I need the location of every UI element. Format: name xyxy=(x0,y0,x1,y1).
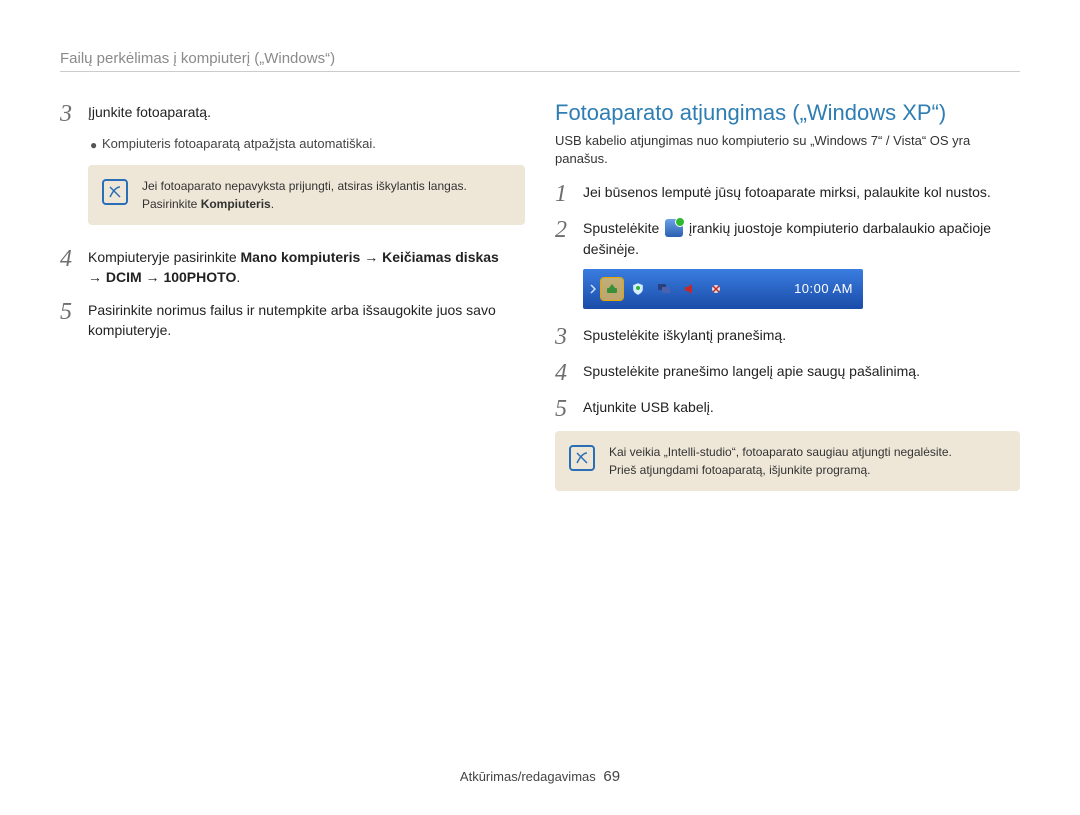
bullet-dot-icon: ● xyxy=(90,136,102,155)
step-number: 2 xyxy=(555,216,583,242)
note-line-2: Prieš atjungdami fotoaparatą, išjunkite … xyxy=(609,463,870,477)
right-step-2: 2 Spustelėkite įrankių juostoje kompiute… xyxy=(555,216,1020,259)
left-step-3: 3 Įjunkite fotoaparatą. xyxy=(60,100,525,126)
document-page: Failų perkėlimas į kompiuterį („Windows“… xyxy=(0,0,1080,815)
arrow-icon: → xyxy=(142,269,164,285)
taskbar-expand-arrow-icon xyxy=(589,281,597,297)
right-column: Fotoaparato atjungimas („Windows XP“) US… xyxy=(555,100,1020,738)
right-step-4: 4 Spustelėkite pranešimo langelį apie sa… xyxy=(555,359,1020,385)
safely-remove-hardware-icon xyxy=(665,219,683,237)
taskbar-network-icon xyxy=(705,278,727,300)
step4-bold1: Mano kompiuteris xyxy=(241,249,361,265)
step-text: Kompiuteryje pasirinkite Mano kompiuteri… xyxy=(88,245,525,288)
left-bullet: ● Kompiuteris fotoaparatą atpažįsta auto… xyxy=(90,136,525,155)
note-line-2-suffix: . xyxy=(271,197,274,211)
step-number: 4 xyxy=(555,359,583,385)
note-line-2-prefix: Pasirinkite xyxy=(142,197,201,211)
step-number: 3 xyxy=(60,100,88,126)
step-text: Pasirinkite norimus failus ir nutempkite… xyxy=(88,298,525,341)
section-intro: USB kabelio atjungimas nuo kompiuterio s… xyxy=(555,132,1020,168)
content-columns: 3 Įjunkite fotoaparatą. ● Kompiuteris fo… xyxy=(60,100,1020,738)
step-number: 5 xyxy=(555,395,583,421)
step-text: Spustelėkite iškylantį pranešimą. xyxy=(583,323,786,345)
section-title: Fotoaparato atjungimas („Windows XP“) xyxy=(555,100,1020,126)
step-text: Įjunkite fotoaparatą. xyxy=(88,100,211,122)
right-step-3: 3 Spustelėkite iškylantį pranešimą. xyxy=(555,323,1020,349)
arrow-icon: → xyxy=(88,269,106,285)
left-column: 3 Įjunkite fotoaparatą. ● Kompiuteris fo… xyxy=(60,100,525,738)
step4-bold2: Keičiamas diskas xyxy=(382,249,499,265)
taskbar-safely-remove-icon xyxy=(601,278,623,300)
note-line-1: Jei fotoaparato nepavyksta prijungti, at… xyxy=(142,179,467,193)
step-text: Atjunkite USB kabelį. xyxy=(583,395,714,417)
header-rule xyxy=(60,71,1020,72)
note-text: Jei fotoaparato nepavyksta prijungti, at… xyxy=(142,177,467,213)
step4-prefix: Kompiuteryje pasirinkite xyxy=(88,249,241,265)
left-step-5: 5 Pasirinkite norimus failus ir nutempki… xyxy=(60,298,525,341)
taskbar-monitor-icon xyxy=(653,278,675,300)
note-icon xyxy=(102,179,128,205)
taskbar-volume-icon xyxy=(679,278,701,300)
left-note-box: Jei fotoaparato nepavyksta prijungti, at… xyxy=(88,165,525,225)
page-header: Failų perkėlimas į kompiuterį („Windows“… xyxy=(60,50,1020,71)
taskbar-clock: 10:00 AM xyxy=(794,281,857,296)
step4-bold4: 100PHOTO xyxy=(163,269,236,285)
note-text: Kai veikia „Intelli-studio“, fotoaparato… xyxy=(609,443,952,479)
step-number: 1 xyxy=(555,180,583,206)
right-step-1: 1 Jei būsenos lemputė jūsų fotoaparate m… xyxy=(555,180,1020,206)
step-text: Spustelėkite pranešimo langelį apie saug… xyxy=(583,359,920,381)
windows-taskbar-image: 10:00 AM xyxy=(583,269,863,309)
footer-section: Atkūrimas/redagavimas xyxy=(460,769,596,784)
taskbar-shield-icon xyxy=(627,278,649,300)
step2-prefix: Spustelėkite xyxy=(583,220,663,236)
note-bold: Kompiuteris xyxy=(201,197,271,211)
arrow-icon: → xyxy=(360,249,382,265)
right-step-5: 5 Atjunkite USB kabelį. xyxy=(555,395,1020,421)
step-number: 5 xyxy=(60,298,88,324)
bullet-text: Kompiuteris fotoaparatą atpažįsta automa… xyxy=(102,136,376,151)
note-icon xyxy=(569,445,595,471)
step4-bold3: DCIM xyxy=(106,269,142,285)
step4-suffix: . xyxy=(236,269,240,285)
step-number: 4 xyxy=(60,245,88,271)
footer-page-number: 69 xyxy=(603,768,620,785)
right-note-box: Kai veikia „Intelli-studio“, fotoaparato… xyxy=(555,431,1020,491)
page-footer: Atkūrimas/redagavimas 69 xyxy=(60,768,1020,785)
left-step-4: 4 Kompiuteryje pasirinkite Mano kompiute… xyxy=(60,245,525,288)
step-number: 3 xyxy=(555,323,583,349)
note-line-1: Kai veikia „Intelli-studio“, fotoaparato… xyxy=(609,445,952,459)
step-text: Jei būsenos lemputė jūsų fotoaparate mir… xyxy=(583,180,991,202)
step-text: Spustelėkite įrankių juostoje kompiuteri… xyxy=(583,216,1020,259)
